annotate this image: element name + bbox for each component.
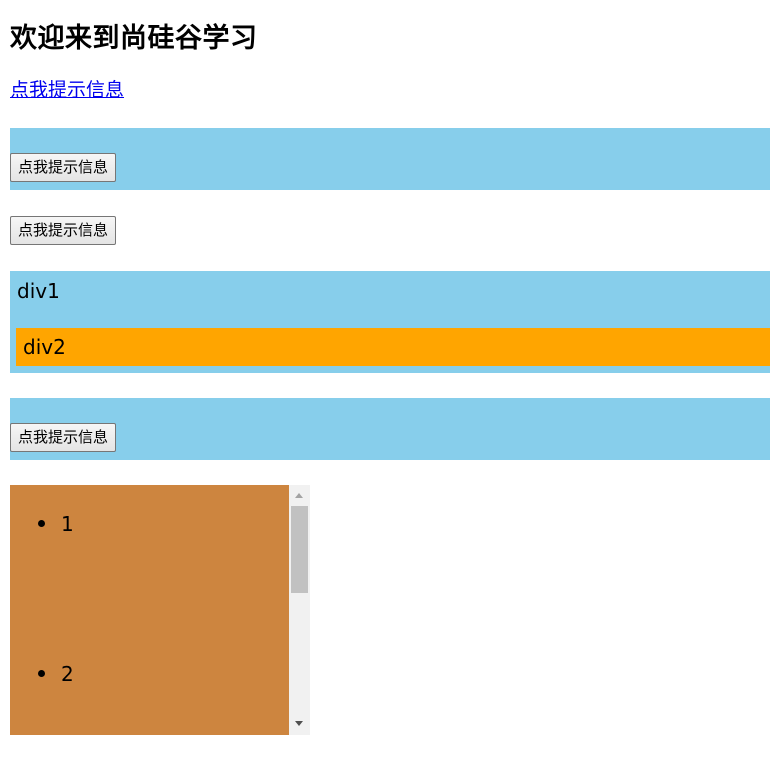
standalone-alert-button[interactable]: 点我提示信息 [10, 216, 117, 245]
alert-link[interactable]: 点我提示信息 [10, 78, 124, 102]
alert-button-in-box-1[interactable]: 点我提示信息 [10, 153, 117, 182]
list-item: 2 [10, 662, 289, 686]
scroll-list-content: 1 2 [10, 485, 289, 735]
div2[interactable]: div2 [16, 328, 770, 366]
scroll-list-container[interactable]: 1 2 [10, 485, 310, 735]
list-item-text: 2 [61, 662, 74, 686]
list-item: 1 [10, 512, 289, 536]
page: 欢迎来到尚硅谷学习 点我提示信息 点我提示信息 点我提示信息 div1 div2… [0, 0, 770, 735]
div2-label: div2 [23, 335, 66, 359]
list-item-text: 1 [61, 512, 74, 536]
scrollbar-thumb[interactable] [291, 506, 308, 593]
div1-label: div1 [17, 279, 60, 303]
alert-button-in-box-2[interactable]: 点我提示信息 [10, 423, 117, 452]
blue-box-2: 点我提示信息 [10, 398, 770, 460]
bullet-icon [38, 520, 45, 527]
standalone-button-row: 点我提示信息 [10, 216, 770, 245]
page-title: 欢迎来到尚硅谷学习 [10, 23, 258, 54]
div1[interactable]: div1 div2 [10, 271, 770, 373]
vertical-scrollbar[interactable] [289, 485, 310, 735]
bullet-icon [38, 670, 45, 677]
blue-box-1: 点我提示信息 [10, 128, 770, 190]
scroll-up-arrow-icon[interactable] [295, 493, 303, 498]
scroll-down-arrow-icon[interactable] [295, 721, 303, 726]
